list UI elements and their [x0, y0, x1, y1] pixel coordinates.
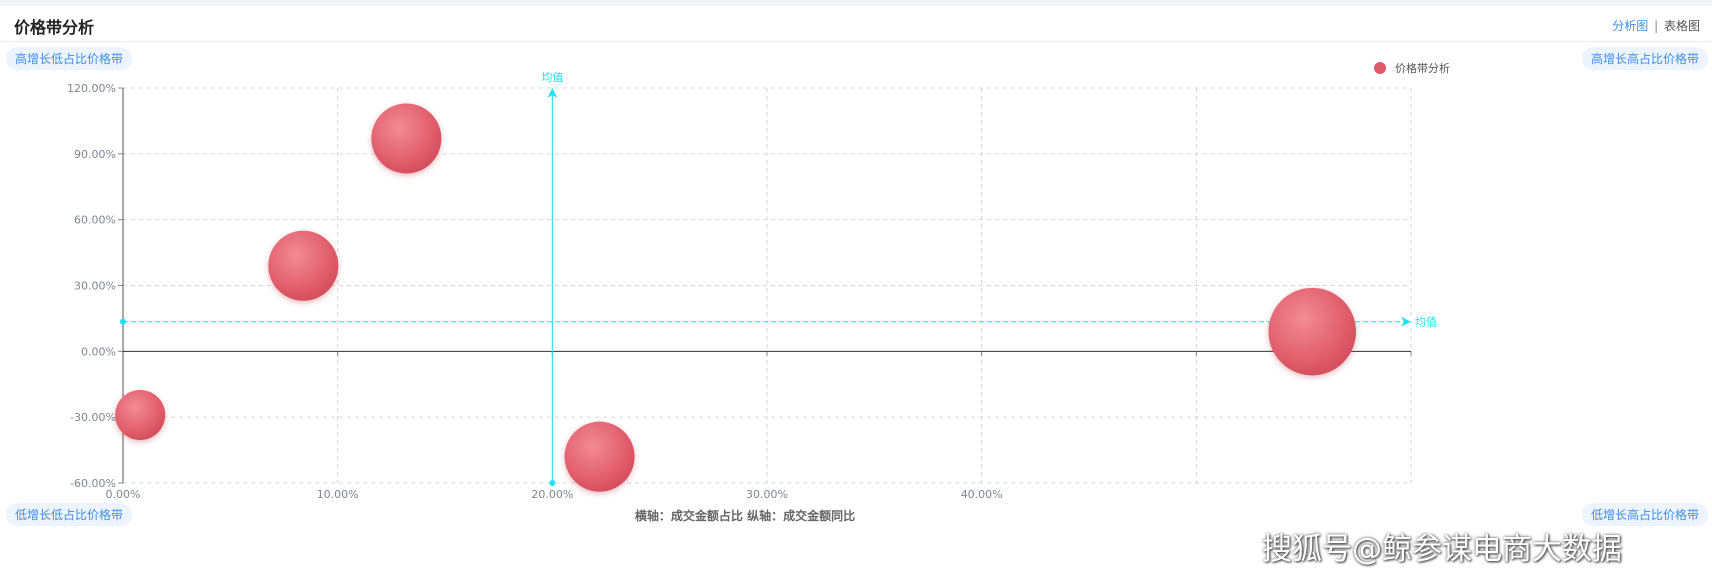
axis-layer: -60.00%-30.00%0.00%30.00%60.00%90.00%120…: [67, 82, 1412, 501]
mean-label-vertical: 均值: [541, 71, 563, 84]
x-tick-label: 30.00%: [746, 488, 788, 501]
watermark: 搜狐号@鲸参谋电商大数据: [1262, 532, 1622, 567]
y-tick-label: 90.00%: [74, 148, 116, 161]
y-tick-label: 0.00%: [81, 345, 116, 358]
bubble-layer: [115, 103, 1357, 492]
x-tick-label: 20.00%: [531, 488, 573, 501]
bubble-point: [371, 103, 442, 174]
mean-label-horizontal: 均值: [1415, 316, 1437, 329]
y-tick-label: 120.00%: [67, 82, 116, 95]
price-band-scatter-chart: -60.00%-30.00%0.00%30.00%60.00%90.00%120…: [67, 61, 1450, 523]
bubble-point: [1268, 287, 1357, 376]
legend-marker: [1374, 62, 1386, 74]
x-axis-label: 横轴：成交金额占比 纵轴：成交金额同比: [635, 508, 855, 523]
x-tick-label: 40.00%: [961, 488, 1003, 501]
y-tick-label: 30.00%: [74, 280, 116, 293]
legend[interactable]: 价格带分析: [1374, 61, 1450, 75]
y-tick-label: 60.00%: [74, 214, 116, 227]
bubble-point: [115, 389, 166, 440]
legend-label: 价格带分析: [1395, 61, 1450, 75]
bubble-point: [564, 421, 635, 492]
bubble-point: [268, 230, 339, 301]
mean-line-vertical-start-dot: [549, 480, 556, 486]
x-tick-label: 10.00%: [317, 488, 359, 501]
x-tick-label: 0.00%: [106, 488, 141, 501]
mean-line-horizontal-start-dot: [120, 318, 126, 325]
y-tick-label: -30.00%: [70, 411, 116, 424]
